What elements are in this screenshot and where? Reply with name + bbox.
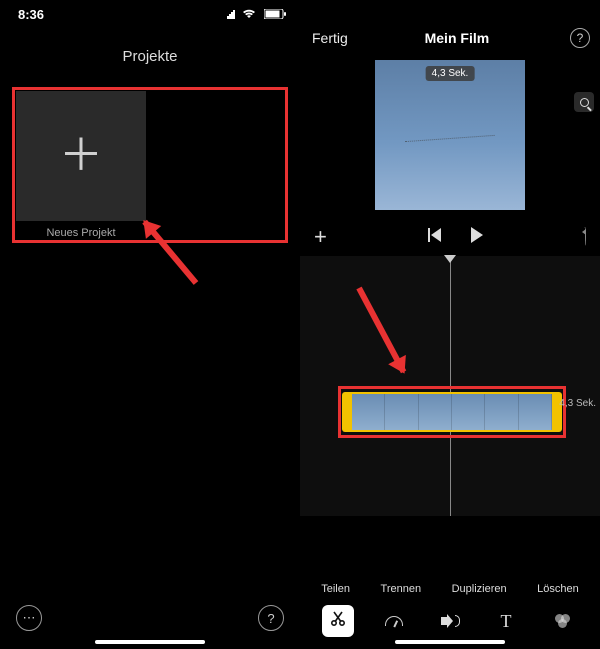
projects-screen: 8:36 Projekte ＋ Neues Projekt ⋯ ?: [0, 0, 300, 649]
bottom-bar: ⋯ ?: [0, 605, 300, 631]
editor-header: Fertig Mein Film ?: [300, 0, 600, 56]
clip-duration-label: 4,3 Sek.: [559, 398, 596, 409]
battery-icon: [264, 7, 286, 22]
help-icon: ?: [577, 31, 584, 45]
status-time: 8:36: [18, 7, 44, 22]
clip-actions: Teilen Trennen Duplizieren Löschen: [300, 583, 600, 595]
done-button[interactable]: Fertig: [312, 30, 348, 46]
preview-frame[interactable]: 4,3 Sek.: [375, 60, 525, 210]
volume-tool[interactable]: [434, 605, 466, 637]
help-button[interactable]: ?: [570, 28, 590, 48]
split-action[interactable]: Trennen: [381, 583, 422, 595]
editor-screen: Fertig Mein Film ? 4,3 Sek. +: [300, 0, 600, 649]
undo-icon: [584, 227, 586, 246]
new-project-tile[interactable]: ＋: [16, 91, 146, 221]
skip-start-button[interactable]: [428, 228, 441, 247]
tool-bar: T: [300, 605, 600, 637]
scissors-icon: [330, 611, 346, 632]
status-indicators: [227, 6, 286, 22]
speed-tool[interactable]: [378, 605, 410, 637]
undo-button[interactable]: [584, 228, 586, 246]
video-clip[interactable]: [342, 392, 562, 432]
play-button[interactable]: [471, 227, 483, 248]
status-bar: 8:36: [0, 0, 300, 24]
home-indicator[interactable]: [395, 640, 505, 644]
project-title: Mein Film: [348, 30, 566, 46]
duration-badge: 4,3 Sek.: [426, 66, 475, 81]
more-button[interactable]: ⋯: [16, 605, 42, 631]
delete-action[interactable]: Löschen: [537, 583, 579, 595]
cut-tool[interactable]: [322, 605, 354, 637]
wifi-icon: [242, 7, 256, 22]
signal-icon: [227, 7, 235, 22]
home-indicator[interactable]: [95, 640, 205, 644]
help-button[interactable]: ?: [258, 605, 284, 631]
duplicate-action[interactable]: Duplizieren: [452, 583, 507, 595]
skip-start-icon: [428, 228, 441, 242]
zoom-button[interactable]: [574, 92, 594, 112]
page-title: Projekte: [0, 24, 300, 79]
timeline[interactable]: 4,3 Sek.: [300, 256, 600, 516]
filter-tool[interactable]: [546, 605, 578, 637]
add-media-button[interactable]: +: [314, 224, 327, 250]
playhead-knob[interactable]: [444, 255, 456, 263]
volume-icon: [441, 614, 460, 628]
share-action[interactable]: Teilen: [321, 583, 350, 595]
preview-content: [405, 135, 495, 151]
preview-area: 4,3 Sek.: [300, 56, 600, 216]
text-icon: T: [501, 611, 512, 632]
text-tool[interactable]: T: [490, 605, 522, 637]
ellipsis-icon: ⋯: [23, 610, 36, 626]
clip-trim-left[interactable]: [342, 392, 352, 432]
magnifier-icon: [580, 98, 589, 107]
clip-thumbnails: [352, 392, 552, 432]
help-icon: ?: [267, 611, 274, 626]
transport-bar: +: [300, 216, 600, 256]
plus-icon: ＋: [59, 134, 103, 178]
play-icon: [471, 227, 483, 243]
filter-icon: [553, 614, 571, 628]
new-project-label: Neues Projekt: [16, 227, 146, 239]
clip-highlight: [338, 386, 566, 438]
speedometer-icon: [385, 616, 403, 626]
